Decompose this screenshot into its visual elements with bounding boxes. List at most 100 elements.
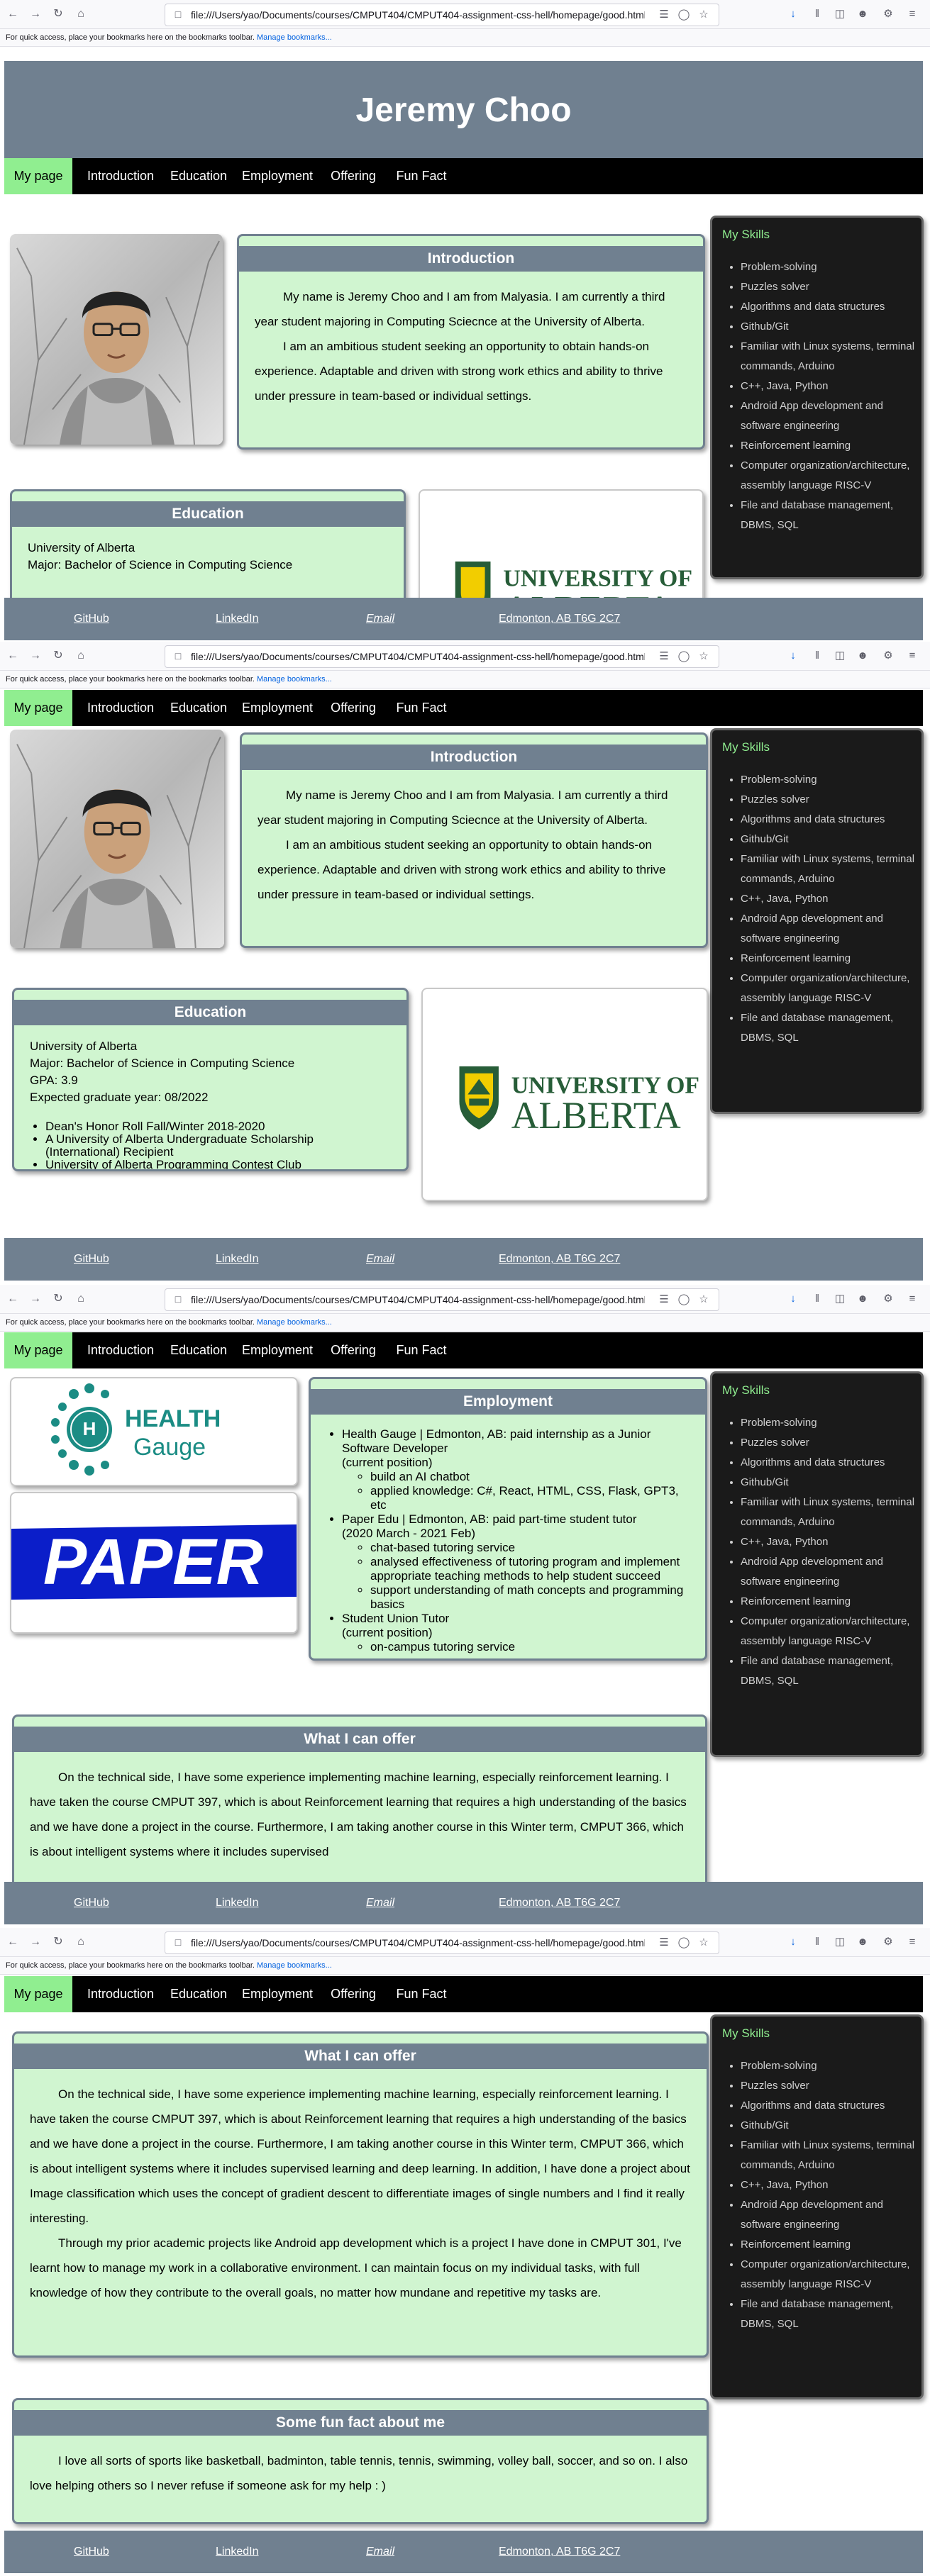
- account-icon[interactable]: ☻: [856, 1935, 870, 1949]
- address-link[interactable]: Edmonton, AB T6G 2C7: [499, 1253, 620, 1266]
- nav-offering[interactable]: Offering: [325, 1976, 382, 2012]
- extensions-icon[interactable]: ⚙: [881, 649, 895, 663]
- url-bar[interactable]: □ file:///Users/yao/Documents/courses/CM…: [165, 1931, 719, 1954]
- download-icon[interactable]: ↓: [786, 7, 800, 21]
- home-icon[interactable]: ⌂: [74, 1935, 88, 1949]
- bookmark-star-icon[interactable]: ☆: [697, 1936, 710, 1949]
- nav-introduction[interactable]: Introduction: [81, 158, 160, 194]
- reload-icon[interactable]: ↻: [51, 7, 65, 21]
- url-bar[interactable]: □ file:///Users/yao/Documents/courses/CM…: [165, 4, 719, 26]
- bookmark-star-icon[interactable]: ☆: [697, 650, 710, 663]
- nav-fun-fact[interactable]: Fun Fact: [390, 1332, 453, 1368]
- forward-icon[interactable]: →: [28, 1935, 43, 1949]
- linkedin-link[interactable]: LinkedIn: [216, 613, 259, 625]
- reader-icon[interactable]: ☰: [658, 9, 670, 21]
- reload-icon[interactable]: ↻: [51, 649, 65, 663]
- bookmark-star-icon[interactable]: ☆: [697, 9, 710, 21]
- pocket-icon[interactable]: ◯: [677, 9, 690, 21]
- url-text[interactable]: file:///Users/yao/Documents/courses/CMPU…: [191, 1936, 645, 1949]
- pocket-icon[interactable]: ◯: [677, 650, 690, 663]
- account-icon[interactable]: ☻: [856, 7, 870, 21]
- url-bar[interactable]: □ file:///Users/yao/Documents/courses/CM…: [165, 645, 719, 668]
- pocket-icon[interactable]: ◯: [677, 1293, 690, 1306]
- url-text[interactable]: file:///Users/yao/Documents/courses/CMPU…: [191, 9, 645, 21]
- sidebar-icon[interactable]: ◫: [833, 7, 847, 21]
- nav-introduction[interactable]: Introduction: [81, 1332, 160, 1368]
- nav-offering[interactable]: Offering: [325, 690, 382, 726]
- url-bar[interactable]: □ file:///Users/yao/Documents/courses/CM…: [165, 1288, 719, 1311]
- github-link[interactable]: GitHub: [74, 1253, 109, 1266]
- email-link[interactable]: Email: [366, 1897, 394, 1909]
- library-icon[interactable]: ‖: [810, 7, 824, 21]
- home-icon[interactable]: ⌂: [74, 1292, 88, 1306]
- back-icon[interactable]: ←: [6, 649, 20, 663]
- extensions-icon[interactable]: ⚙: [881, 1292, 895, 1306]
- home-icon[interactable]: ⌂: [74, 649, 88, 663]
- library-icon[interactable]: ‖: [810, 1292, 824, 1306]
- manage-bookmarks-link[interactable]: Manage bookmarks...: [257, 675, 332, 684]
- reader-icon[interactable]: ☰: [658, 1293, 670, 1306]
- library-icon[interactable]: ‖: [810, 1935, 824, 1949]
- nav-introduction[interactable]: Introduction: [81, 1976, 160, 2012]
- reader-icon[interactable]: ☰: [658, 650, 670, 663]
- back-icon[interactable]: ←: [6, 1292, 20, 1306]
- nav-education[interactable]: Education: [165, 1332, 233, 1368]
- sidebar-icon[interactable]: ◫: [833, 649, 847, 663]
- github-link[interactable]: GitHub: [74, 613, 109, 625]
- manage-bookmarks-link[interactable]: Manage bookmarks...: [257, 1961, 332, 1970]
- github-link[interactable]: GitHub: [74, 2546, 109, 2558]
- nav-education[interactable]: Education: [165, 690, 233, 726]
- extensions-icon[interactable]: ⚙: [881, 1935, 895, 1949]
- bookmark-star-icon[interactable]: ☆: [697, 1293, 710, 1306]
- sidebar-icon[interactable]: ◫: [833, 1292, 847, 1306]
- pocket-icon[interactable]: ◯: [677, 1936, 690, 1949]
- address-link[interactable]: Edmonton, AB T6G 2C7: [499, 613, 620, 625]
- linkedin-link[interactable]: LinkedIn: [216, 1897, 259, 1909]
- github-link[interactable]: GitHub: [74, 1897, 109, 1909]
- nav-fun-fact[interactable]: Fun Fact: [390, 158, 453, 194]
- forward-icon[interactable]: →: [28, 7, 43, 21]
- nav-my-page[interactable]: My page: [4, 690, 72, 726]
- extensions-icon[interactable]: ⚙: [881, 7, 895, 21]
- back-icon[interactable]: ←: [6, 1935, 20, 1949]
- menu-icon[interactable]: ≡: [905, 1292, 919, 1306]
- reload-icon[interactable]: ↻: [51, 1292, 65, 1306]
- account-icon[interactable]: ☻: [856, 1292, 870, 1306]
- nav-my-page[interactable]: My page: [4, 158, 72, 194]
- nav-fun-fact[interactable]: Fun Fact: [390, 1976, 453, 2012]
- linkedin-link[interactable]: LinkedIn: [216, 2546, 259, 2558]
- nav-education[interactable]: Education: [165, 1976, 233, 2012]
- nav-offering[interactable]: Offering: [325, 1332, 382, 1368]
- nav-employment[interactable]: Employment: [238, 1976, 316, 2012]
- menu-icon[interactable]: ≡: [905, 1935, 919, 1949]
- email-link[interactable]: Email: [366, 1253, 394, 1266]
- address-link[interactable]: Edmonton, AB T6G 2C7: [499, 1897, 620, 1909]
- nav-my-page[interactable]: My page: [4, 1332, 72, 1368]
- forward-icon[interactable]: →: [28, 1292, 43, 1306]
- nav-education[interactable]: Education: [165, 158, 233, 194]
- sidebar-icon[interactable]: ◫: [833, 1935, 847, 1949]
- back-icon[interactable]: ←: [6, 7, 20, 21]
- forward-icon[interactable]: →: [28, 649, 43, 663]
- home-icon[interactable]: ⌂: [74, 7, 88, 21]
- nav-fun-fact[interactable]: Fun Fact: [390, 690, 453, 726]
- manage-bookmarks-link[interactable]: Manage bookmarks...: [257, 1318, 332, 1327]
- nav-offering[interactable]: Offering: [325, 158, 382, 194]
- reload-icon[interactable]: ↻: [51, 1935, 65, 1949]
- linkedin-link[interactable]: LinkedIn: [216, 1253, 259, 1266]
- url-text[interactable]: file:///Users/yao/Documents/courses/CMPU…: [191, 1293, 645, 1306]
- manage-bookmarks-link[interactable]: Manage bookmarks...: [257, 33, 332, 42]
- email-link[interactable]: Email: [366, 613, 394, 625]
- download-icon[interactable]: ↓: [786, 649, 800, 663]
- nav-employment[interactable]: Employment: [238, 690, 316, 726]
- url-text[interactable]: file:///Users/yao/Documents/courses/CMPU…: [191, 650, 645, 663]
- menu-icon[interactable]: ≡: [905, 649, 919, 663]
- library-icon[interactable]: ‖: [810, 649, 824, 663]
- nav-my-page[interactable]: My page: [4, 1976, 72, 2012]
- nav-introduction[interactable]: Introduction: [81, 690, 160, 726]
- email-link[interactable]: Email: [366, 2546, 394, 2558]
- download-icon[interactable]: ↓: [786, 1935, 800, 1949]
- address-link[interactable]: Edmonton, AB T6G 2C7: [499, 2546, 620, 2558]
- nav-employment[interactable]: Employment: [238, 158, 316, 194]
- account-icon[interactable]: ☻: [856, 649, 870, 663]
